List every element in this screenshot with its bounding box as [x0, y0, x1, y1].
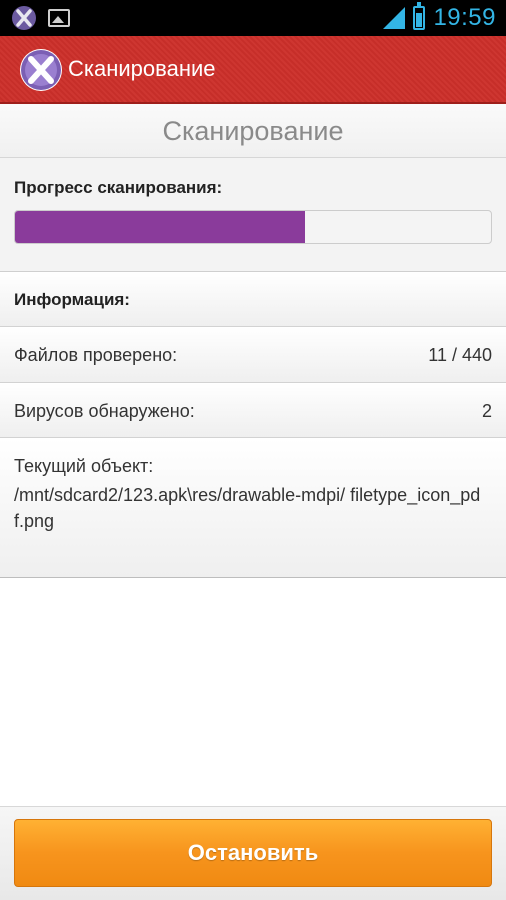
- viruses-found-label: Вирусов обнаружено:: [14, 401, 195, 421]
- progress-label: Прогресс сканирования:: [14, 178, 223, 197]
- app-logo-icon[interactable]: [20, 49, 62, 91]
- current-object-row: Текущий объект: /mnt/sdcard2/123.apk\res…: [0, 438, 506, 578]
- files-checked-value: 11 / 440: [428, 345, 492, 365]
- app-notification-icon: [12, 6, 36, 30]
- action-bar: Сканирование: [0, 36, 506, 104]
- battery-icon: [413, 2, 426, 30]
- progress-section: Прогресс сканирования:: [0, 158, 506, 272]
- image-icon: [48, 9, 70, 27]
- status-time: 19:59: [433, 4, 496, 31]
- page-title: Сканирование: [0, 104, 506, 158]
- stop-button[interactable]: Остановить: [14, 819, 492, 887]
- info-header-label: Информация:: [14, 290, 130, 309]
- viruses-found-value: 2: [481, 401, 492, 421]
- status-bar: 19:59: [0, 0, 506, 36]
- action-bar-title: Сканирование: [68, 56, 216, 81]
- scan-progress-bar: [14, 210, 492, 244]
- footer: Остановить: [0, 806, 506, 900]
- current-object-label: Текущий объект:: [14, 456, 154, 476]
- current-object-path: /mnt/sdcard2/123.apk\res/drawable-mdpi/ …: [14, 485, 481, 531]
- info-header: Информация:: [0, 272, 506, 327]
- files-checked-row: Файлов проверено: 11 / 440: [0, 327, 506, 383]
- viruses-found-row: Вирусов обнаружено: 2: [0, 383, 506, 438]
- scan-progress-fill: [15, 211, 306, 243]
- files-checked-label: Файлов проверено:: [14, 345, 178, 365]
- signal-icon: [383, 7, 406, 29]
